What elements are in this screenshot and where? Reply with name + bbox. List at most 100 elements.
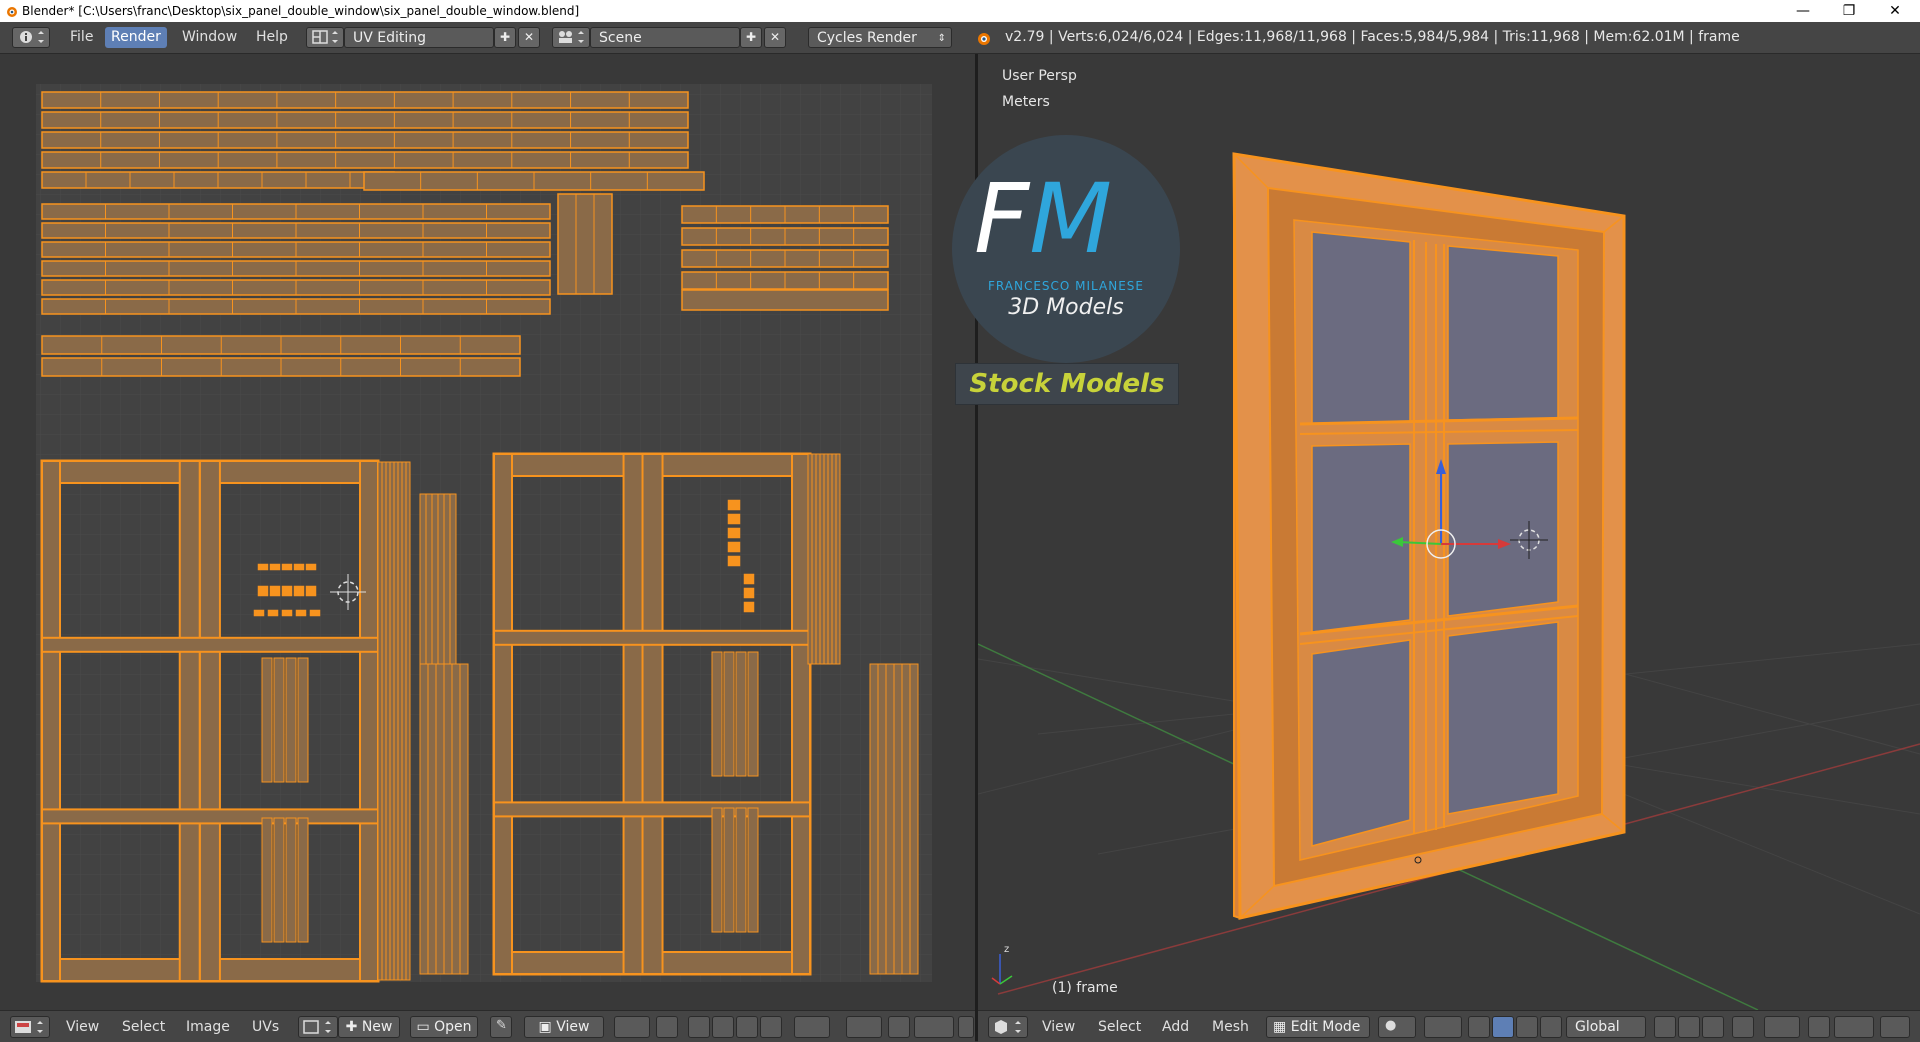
- menu-window[interactable]: Window: [176, 27, 243, 48]
- image-browse-button[interactable]: [298, 1016, 338, 1038]
- uv-island[interactable]: [297, 657, 309, 783]
- new-image-button[interactable]: ✚ New: [338, 1016, 400, 1038]
- screen-layout-name[interactable]: UV Editing: [344, 27, 494, 48]
- uv-image-editor[interactable]: [0, 54, 976, 1010]
- uv-island[interactable]: [909, 663, 919, 975]
- uv-island[interactable]: [727, 513, 741, 525]
- uv-island[interactable]: [711, 807, 723, 933]
- uv-island[interactable]: [791, 453, 811, 975]
- editor-type-info-button[interactable]: [12, 27, 50, 48]
- island-select-button[interactable]: [760, 1016, 782, 1038]
- uv-island[interactable]: [727, 527, 741, 539]
- uv-island[interactable]: [269, 585, 281, 597]
- uv-island[interactable]: [261, 657, 273, 783]
- uv-menu-image[interactable]: Image: [186, 1017, 230, 1038]
- uv-island[interactable]: [309, 609, 321, 617]
- uv-island[interactable]: [823, 453, 829, 665]
- uv-island[interactable]: [41, 808, 379, 825]
- snap-element-button[interactable]: [914, 1016, 954, 1038]
- uv-island[interactable]: [827, 453, 833, 665]
- uv-island[interactable]: [443, 663, 453, 975]
- uv-island[interactable]: [293, 585, 305, 597]
- uv-island[interactable]: [297, 817, 309, 943]
- add-scene-button[interactable]: ✚: [740, 27, 762, 48]
- uv-island[interactable]: [295, 609, 307, 617]
- uv-island[interactable]: [41, 460, 61, 982]
- uv-island[interactable]: [305, 563, 317, 571]
- uv-island[interactable]: [405, 461, 411, 981]
- uv-island[interactable]: [735, 651, 747, 777]
- uv-island[interactable]: [885, 663, 895, 975]
- uv-island[interactable]: [557, 193, 613, 295]
- uv-menu-uvs[interactable]: UVs: [252, 1017, 279, 1038]
- pivot-point-button[interactable]: [614, 1016, 650, 1038]
- uv-island[interactable]: [747, 651, 759, 777]
- editor-type-3d-button[interactable]: [988, 1016, 1028, 1038]
- uv-island[interactable]: [285, 657, 297, 783]
- uv-island[interactable]: [427, 663, 437, 975]
- limit-selection-button[interactable]: [1732, 1016, 1754, 1038]
- uv-menu-select[interactable]: Select: [122, 1017, 165, 1038]
- render-engine-dropdown[interactable]: Cycles Render ⇕: [808, 27, 952, 48]
- snap-toggle-button[interactable]: [888, 1016, 910, 1038]
- uv-island[interactable]: [41, 111, 689, 129]
- uv-island[interactable]: [815, 453, 821, 665]
- mode-dropdown[interactable]: ▦ Edit Mode: [1266, 1016, 1370, 1038]
- menu-file[interactable]: File: [64, 27, 99, 48]
- uv-island[interactable]: [267, 609, 279, 617]
- uv-island[interactable]: [493, 801, 811, 818]
- uv-island[interactable]: [305, 585, 317, 597]
- scene-name[interactable]: Scene: [590, 27, 740, 48]
- uv-island[interactable]: [285, 817, 297, 943]
- sticky-selection-button[interactable]: [794, 1016, 830, 1038]
- uv-island[interactable]: [811, 453, 817, 665]
- viewport-shading-button[interactable]: ●: [1378, 1016, 1416, 1038]
- open-image-button[interactable]: ▭ Open: [410, 1016, 478, 1038]
- restore-button[interactable]: ❐: [1826, 0, 1872, 22]
- uv-island[interactable]: [293, 563, 305, 571]
- rotate-manipulator-button[interactable]: [1516, 1016, 1538, 1038]
- uv-island[interactable]: [419, 663, 429, 975]
- uv-island[interactable]: [257, 563, 269, 571]
- uv-island[interactable]: [743, 587, 755, 599]
- scene-selector[interactable]: [552, 27, 590, 48]
- uv-island[interactable]: [622, 453, 645, 975]
- 3d-menu-add[interactable]: Add: [1162, 1017, 1189, 1038]
- uv-island[interactable]: [41, 91, 689, 109]
- uv-island[interactable]: [377, 461, 383, 981]
- uv-island[interactable]: [493, 629, 811, 646]
- pin-image-button[interactable]: ✎: [490, 1016, 512, 1038]
- uv-island[interactable]: [281, 609, 293, 617]
- 3d-menu-mesh[interactable]: Mesh: [1212, 1017, 1249, 1038]
- edge-select-mode-button[interactable]: [1678, 1016, 1700, 1038]
- snap-element-3d-button[interactable]: [1834, 1016, 1874, 1038]
- delete-scene-button[interactable]: ✕: [764, 27, 786, 48]
- uv-canvas[interactable]: [0, 54, 976, 1010]
- uv-island[interactable]: [819, 453, 825, 665]
- editor-type-uv-button[interactable]: [10, 1016, 50, 1038]
- uv-island[interactable]: [359, 460, 379, 982]
- uv-more-button[interactable]: [958, 1016, 974, 1038]
- translate-manipulator-button[interactable]: [1492, 1016, 1514, 1038]
- uv-island[interactable]: [723, 651, 735, 777]
- uv-island[interactable]: [747, 807, 759, 933]
- uv-menu-view[interactable]: View: [66, 1017, 99, 1038]
- uv-island[interactable]: [257, 585, 269, 597]
- uv-island[interactable]: [389, 461, 395, 981]
- proportional-edit-3d-button[interactable]: [1764, 1016, 1800, 1038]
- uv-island[interactable]: [641, 453, 664, 975]
- 3d-menu-view[interactable]: View: [1042, 1017, 1075, 1038]
- transform-orientation-dropdown[interactable]: Global: [1566, 1016, 1646, 1038]
- close-button[interactable]: ✕: [1872, 0, 1918, 22]
- uv-island[interactable]: [273, 817, 285, 943]
- menu-help[interactable]: Help: [250, 27, 294, 48]
- vertex-select-mode-button[interactable]: [1654, 1016, 1676, 1038]
- menu-render[interactable]: Render: [105, 27, 167, 48]
- pivot-point-3d-button[interactable]: [1424, 1016, 1462, 1038]
- uv-island[interactable]: [727, 541, 741, 553]
- uv-island[interactable]: [681, 289, 889, 311]
- uv-island[interactable]: [723, 807, 735, 933]
- uv-island[interactable]: [711, 651, 723, 777]
- uv-island[interactable]: [735, 807, 747, 933]
- uv-island[interactable]: [401, 461, 407, 981]
